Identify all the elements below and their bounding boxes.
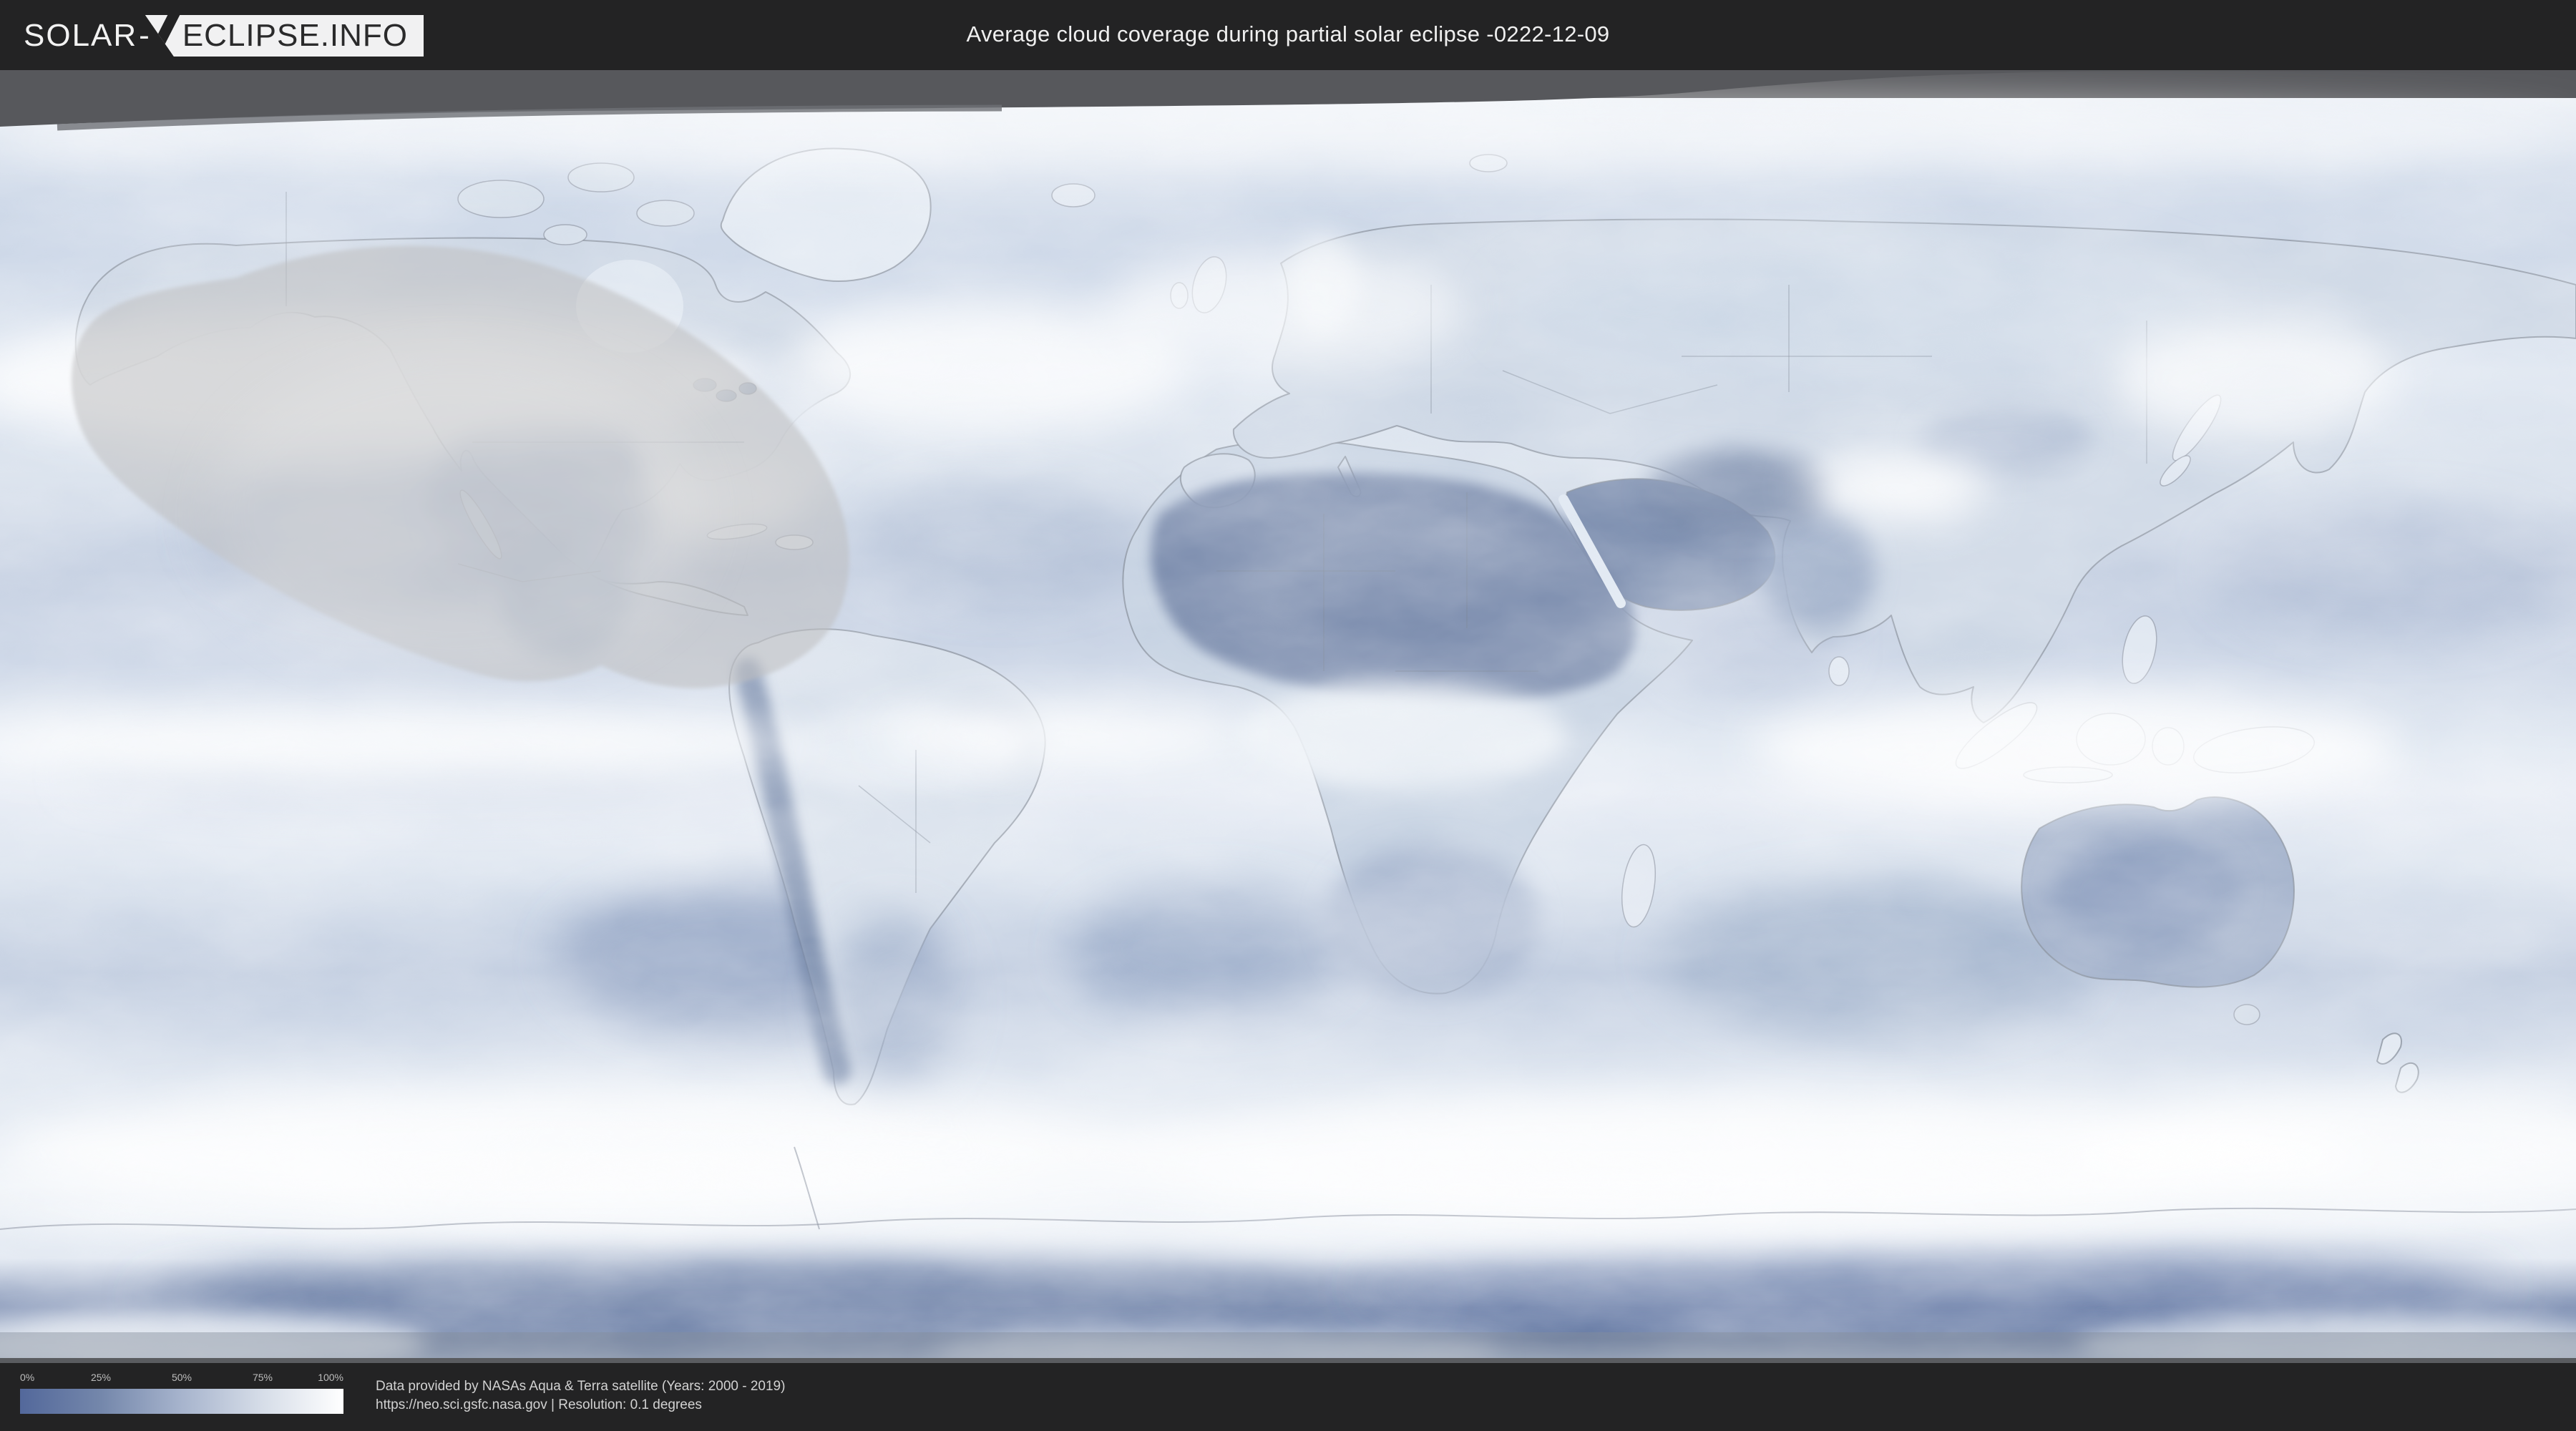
legend-tick-labels: 0% 25% 50% 75% 100% <box>20 1372 343 1386</box>
bottom-no-data-band <box>0 1332 2576 1363</box>
legend-tick-75: 75% <box>252 1372 273 1383</box>
credits-line-1: Data provided by NASAs Aqua & Terra sate… <box>376 1379 786 1394</box>
page-title: Average cloud coverage during partial so… <box>966 21 1610 47</box>
legend-tick-100: 100% <box>318 1372 343 1383</box>
credits-line-2: https://neo.sci.gsfc.nasa.gov | Resoluti… <box>376 1397 702 1412</box>
cloud-coverage-legend: 0% 25% 50% 75% 100% <box>20 1372 343 1422</box>
legend-gradient-bar <box>20 1389 343 1414</box>
legend-tick-25: 25% <box>90 1372 112 1383</box>
legend-tick-0: 0% <box>20 1372 35 1383</box>
footer-bar: 0% 25% 50% 75% 100% Data provided by NAS… <box>0 1363 2576 1431</box>
header-bar: SOLAR - ECLIPSE.INFO Average cloud covera… <box>0 0 2576 70</box>
legend-tick-50: 50% <box>171 1372 192 1383</box>
world-cloud-map <box>0 70 2576 1363</box>
data-credits: Data provided by NASAs Aqua & Terra sate… <box>376 1377 785 1415</box>
solar-eclipse-info-page: { "header": { "logo": { "part1": "SOLAR"… <box>0 0 2576 1431</box>
world-map-svg <box>0 70 2576 1363</box>
